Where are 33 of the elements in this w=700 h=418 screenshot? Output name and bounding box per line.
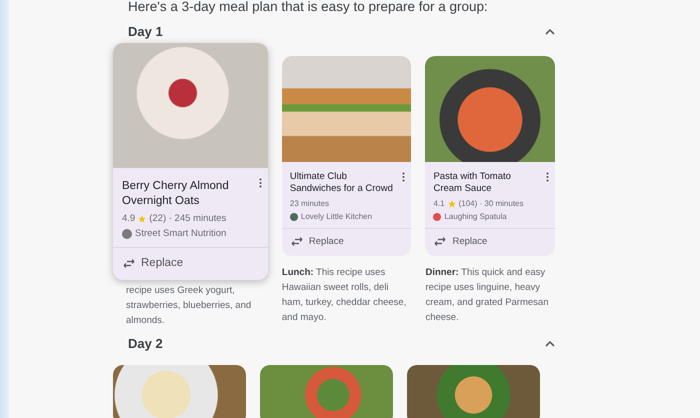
day-heading: Day 2 [128, 336, 163, 351]
swap-arrows-icon [123, 258, 135, 268]
more-options-icon[interactable] [402, 172, 406, 182]
star-icon [448, 200, 456, 208]
rating: 4.1 [433, 199, 445, 208]
recipe-source: Laughing Spatula [444, 212, 507, 221]
recipe-title[interactable]: Ultimate Club Sandwiches for a Crowd [290, 171, 404, 195]
intro-text: Here's a 3-day meal plan that is easy to prepare for a group: [128, 0, 489, 16]
rating: 4.9 [122, 213, 136, 224]
recipe-details: 23 minutes [290, 199, 330, 208]
replace-button[interactable]: Replace [113, 247, 268, 280]
collapse-chevron-icon[interactable] [545, 28, 555, 35]
more-options-icon[interactable] [546, 172, 550, 182]
recipe-source: Street Smart Nutrition [135, 228, 226, 239]
recipe-source: Lovely Little Kitchen [300, 212, 372, 221]
swap-arrows-icon [290, 237, 303, 246]
meal-description: Dinner: This quick and easy recipe uses linguine, heavy cream, and grated Parmesan cheese. [425, 266, 550, 325]
recipe-card[interactable]: Ultimate Club Sandwiches for a Crowd 23 minutes Lovely Little Kitchen Replace [282, 56, 412, 256]
recipe-title[interactable]: Berry Cherry Almond Overnight Oats [122, 179, 259, 209]
recipe-title[interactable]: Pasta with Tomato Cream Sauce [433, 171, 548, 195]
replace-button[interactable]: Replace [425, 228, 556, 256]
recipe-details: (22) · 245 minutes [149, 213, 226, 224]
recipe-details: (104) · 30 minutes [458, 199, 524, 208]
replace-button[interactable]: Replace [282, 228, 412, 256]
meal-description: recipe uses Greek yogurt, strawberries, blueberries, and almonds. [126, 284, 252, 328]
star-icon [138, 214, 146, 222]
recipe-card[interactable]: Pasta with Tomato Cream Sauce 4.1 (104) · 30 minutes Laughing Spatula Replace [425, 56, 556, 256]
collapse-chevron-icon[interactable] [545, 340, 555, 347]
swap-arrows-icon [434, 237, 446, 246]
day-heading: Day 1 [128, 24, 163, 39]
more-options-icon[interactable] [258, 178, 262, 188]
meal-description: Lunch: This recipe uses Hawaiian sweet rolls, deli ham, turkey, cheddar cheese, and mayo. [282, 266, 408, 325]
recipe-card[interactable]: Berry Cherry Almond Overnight Oats 4.9 (22) · 245 minutes Street Smart Nutrition Replace [113, 43, 268, 280]
